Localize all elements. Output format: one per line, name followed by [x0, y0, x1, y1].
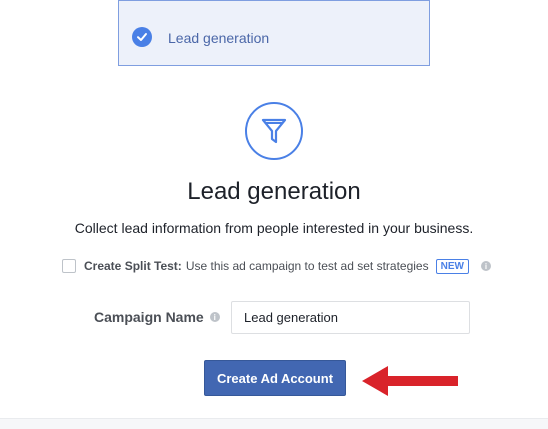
check-circle-icon — [132, 27, 152, 47]
create-ad-account-button[interactable]: Create Ad Account — [204, 360, 346, 396]
footer-divider — [0, 418, 548, 429]
campaign-name-input[interactable] — [231, 301, 470, 334]
split-test-row: Create Split Test: Use this ad campaign … — [62, 257, 491, 275]
selected-objective-card[interactable]: Lead generation — [118, 0, 430, 66]
funnel-icon — [245, 102, 303, 160]
campaign-name-label: Campaign Name i — [94, 309, 220, 325]
red-arrow-annotation-icon — [362, 366, 458, 396]
new-badge: NEW — [435, 258, 469, 274]
info-icon[interactable]: i — [480, 261, 491, 271]
info-icon[interactable]: i — [209, 312, 220, 322]
page-description: Collect lead information from people int… — [74, 220, 474, 236]
objective-label: Lead generation — [168, 30, 270, 46]
split-test-title: Create Split Test: — [84, 259, 182, 273]
split-test-checkbox[interactable] — [62, 259, 76, 273]
page-title: Lead generation — [187, 178, 361, 205]
split-test-description: Use this ad campaign to test ad set stra… — [185, 259, 429, 273]
campaign-name-label-text: Campaign Name — [94, 309, 204, 325]
